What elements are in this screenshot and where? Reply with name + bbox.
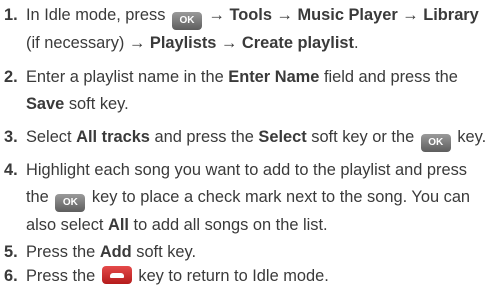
step-number: 2. — [4, 68, 18, 86]
field-enter-name: Enter Name — [228, 68, 320, 86]
step-text: Press the key to return to Idle mode. — [26, 266, 329, 285]
menu-tools: Tools — [229, 6, 272, 24]
ok-key-icon: OK — [171, 12, 202, 30]
step-text: Press the Add soft key. — [26, 243, 197, 261]
step-number: 5. — [4, 243, 18, 261]
step-number: 4. — [4, 161, 18, 179]
menu-music-player: Music Player — [297, 6, 398, 24]
softkey-save: Save — [26, 95, 65, 113]
option-all-tracks: All tracks — [76, 128, 150, 146]
step-number: 6. — [4, 267, 18, 285]
step-number: 1. — [4, 6, 18, 24]
option-all: All — [108, 216, 129, 234]
softkey-add: Add — [99, 243, 132, 261]
menu-library: Library — [423, 6, 479, 24]
ok-key-icon: OK — [55, 194, 86, 212]
menu-create-playlist: Create playlist — [241, 34, 354, 52]
softkey-select: Select — [258, 128, 307, 146]
end-key-icon — [101, 266, 132, 284]
step-number: 3. — [4, 128, 18, 146]
menu-playlists: Playlists — [149, 34, 217, 52]
instruction-document: 1. In Idle mode, press OK → Tools → Musi… — [0, 0, 500, 290]
step-text: In Idle mode, press OK → Tools → Music P… — [26, 6, 479, 52]
step-text: Highlight each song you want to add to t… — [26, 161, 471, 234]
ok-key-icon: OK — [420, 134, 451, 152]
step-text: Select All tracks and press the Select s… — [26, 124, 494, 152]
handset-icon — [109, 273, 124, 278]
step-text: Enter a playlist name in the Enter Name … — [26, 68, 458, 113]
